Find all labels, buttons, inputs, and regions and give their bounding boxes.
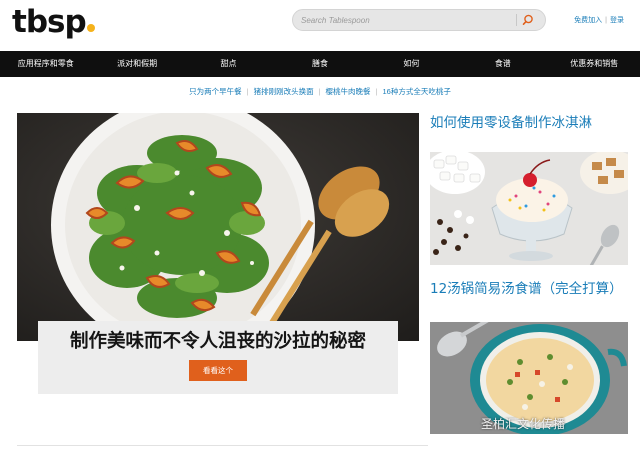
trending-link[interactable]: 只为两个早午餐 (189, 87, 242, 96)
trending-link[interactable]: 16种方式全天吃桃子 (383, 87, 451, 96)
hero-title[interactable]: 制作美味而不令人沮丧的沙拉的秘密 (38, 329, 398, 355)
nav-item-desserts[interactable]: 甜点 (183, 51, 274, 77)
nav-item-how-to[interactable]: 如何 (366, 51, 457, 77)
nav-item-coupons-sales[interactable]: 优惠券和销售 (549, 51, 640, 77)
ice-cream-illustration (430, 152, 628, 265)
search-divider (516, 14, 517, 26)
main-nav: 应用程序和零食 派对和假期 甜点 膳食 如何 食谱 优惠券和销售 (0, 51, 640, 77)
login-link[interactable]: 登录 (610, 17, 624, 24)
hero-cta-button[interactable]: 看看这个 (189, 360, 247, 381)
search-icon[interactable] (521, 13, 535, 27)
story-title-soup[interactable]: 12汤锅简易汤食谱（完全打算） (430, 280, 635, 298)
link-divider: | (246, 87, 249, 96)
link-divider: | (318, 87, 321, 96)
story-title-ice-cream[interactable]: 如何使用零设备制作冰淇淋 (430, 114, 630, 132)
auth-links: 免费加入 | 登录 (574, 15, 624, 25)
nav-item-recipes[interactable]: 食谱 (457, 51, 548, 77)
nav-item-parties-holidays[interactable]: 派对和假期 (91, 51, 182, 77)
hero-image-salad[interactable] (17, 113, 419, 341)
join-link[interactable]: 免费加入 (574, 17, 602, 24)
divider (17, 445, 428, 446)
watermark: 圣柏汇文化传播 (481, 417, 566, 431)
salad-illustration (17, 113, 419, 341)
trending-link[interactable]: 樱桃牛肉晚餐 (326, 87, 371, 96)
link-divider: | (375, 87, 378, 96)
search-bar (292, 9, 546, 31)
logo-dot (87, 24, 95, 32)
nav-item-meals[interactable]: 膳食 (274, 51, 365, 77)
site-header: tbsp 免费加入|登录 (0, 0, 640, 48)
trending-links: 只为两个早午餐 | 猪排刚刚改头换面 | 樱桃牛肉晚餐 | 16种方式全天吃桃子 (0, 84, 640, 100)
auth-divider: | (605, 17, 607, 24)
search-input[interactable] (301, 13, 511, 28)
story-image-ice-cream[interactable] (430, 152, 628, 265)
page: tbsp 免费加入|登录 应用程序和零食 派对和假期 甜点 膳食 如何 食谱 优… (0, 0, 640, 456)
site-logo[interactable]: tbsp (12, 4, 87, 40)
trending-link[interactable]: 猪排刚刚改头换面 (254, 87, 314, 96)
nav-item-apps-snacks[interactable]: 应用程序和零食 (0, 51, 91, 77)
